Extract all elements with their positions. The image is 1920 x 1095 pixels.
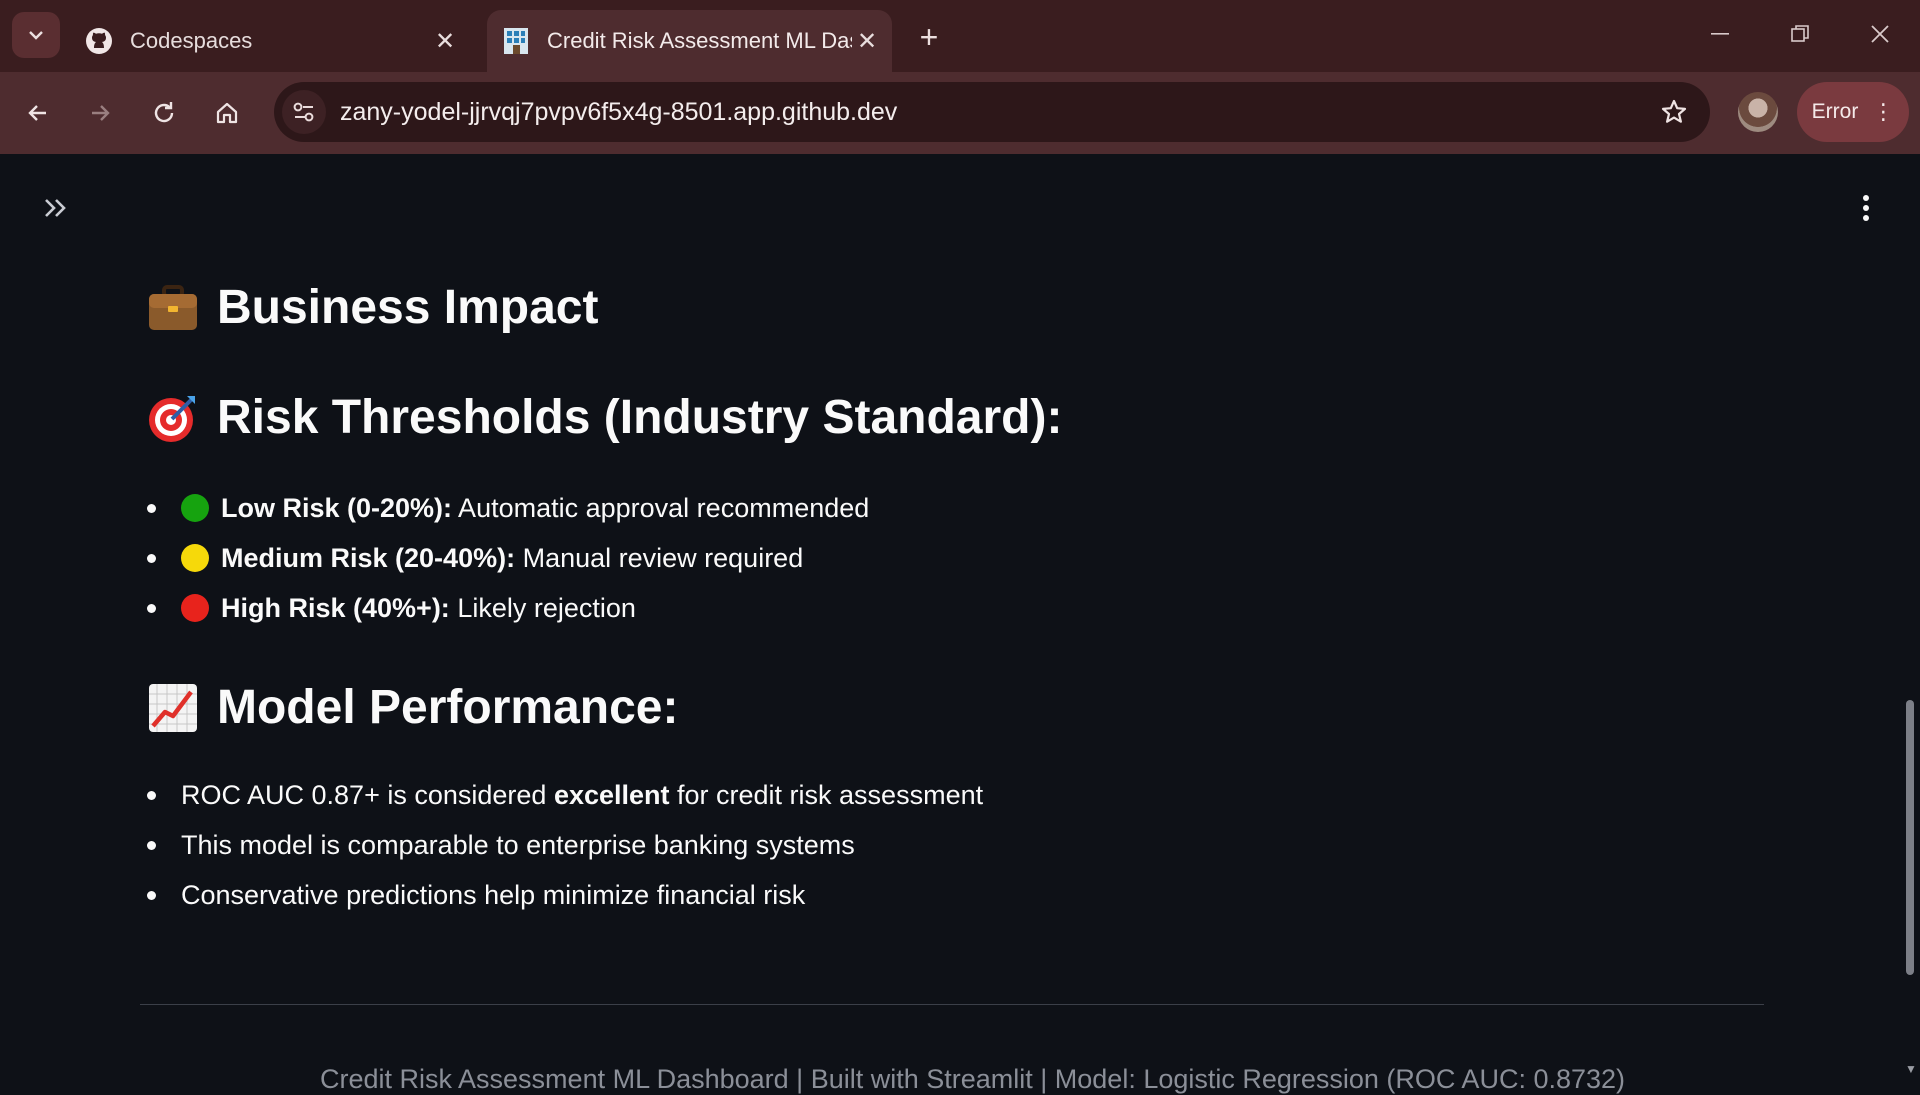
red-circle-icon: [181, 594, 209, 622]
chevron-down-icon: [29, 31, 43, 40]
chart-increasing-icon: [149, 683, 197, 732]
back-icon[interactable]: [16, 91, 60, 135]
reload-icon[interactable]: [142, 91, 186, 135]
page-scrollbar[interactable]: [1906, 700, 1914, 975]
tab-strip: Codespaces ✕ Credit Risk Assessment ML D…: [0, 0, 1920, 72]
bookmark-star-icon[interactable]: [1652, 90, 1696, 134]
browser-toolbar: zany-yodel-jjrvqj7pvpv6f5x4g-8501.app.gi…: [0, 72, 1920, 154]
tab-title: Codespaces: [130, 28, 253, 53]
risk-description: Automatic approval recommended: [452, 492, 870, 523]
risk-thresholds-heading: Risk Thresholds (Industry Standard):: [147, 390, 1062, 445]
forward-icon[interactable]: [78, 91, 122, 135]
github-icon: [84, 26, 114, 56]
restore-icon[interactable]: [1770, 14, 1830, 54]
window-close-icon[interactable]: [1850, 14, 1910, 54]
scroll-down-icon[interactable]: ▼: [1905, 1062, 1917, 1076]
item-text: This model is comparable to enterprise b…: [181, 829, 855, 860]
close-tab-icon[interactable]: ✕: [852, 26, 882, 56]
list-item: This model is comparable to enterprise b…: [147, 820, 983, 870]
list-item: ROC AUC 0.87+ is considered excellent fo…: [147, 770, 983, 820]
risk-threshold-list: Low Risk (0-20%): Automatic approval rec…: [147, 483, 869, 633]
list-item: Low Risk (0-20%): Automatic approval rec…: [147, 483, 869, 533]
expand-sidebar-icon[interactable]: [38, 190, 74, 226]
item-text: for credit risk assessment: [669, 779, 984, 810]
risk-label: Low Risk (0-20%):: [221, 492, 453, 523]
new-tab-button[interactable]: +: [910, 18, 948, 56]
target-icon: [149, 395, 195, 442]
risk-description: Manual review required: [515, 542, 804, 573]
list-item: High Risk (40%+): Likely rejection: [147, 583, 869, 633]
streamlit-chart-icon: [501, 26, 531, 56]
yellow-circle-icon: [181, 544, 209, 572]
site-settings-icon[interactable]: [282, 90, 326, 134]
main-menu-icon[interactable]: [1854, 190, 1878, 226]
tab-codespaces[interactable]: Codespaces ✕: [70, 10, 470, 72]
model-performance-heading: Model Performance:: [147, 680, 678, 735]
address-bar[interactable]: zany-yodel-jjrvqj7pvpv6f5x4g-8501.app.gi…: [274, 82, 1710, 142]
item-text: ROC AUC 0.87+ is considered: [181, 779, 554, 810]
close-tab-icon[interactable]: ✕: [430, 26, 460, 56]
model-performance-list: ROC AUC 0.87+ is considered excellent fo…: [147, 770, 983, 920]
list-item: Conservative predictions help minimize f…: [147, 870, 983, 920]
tab-title: Credit Risk Assessment ML Dashboard: [547, 28, 852, 53]
risk-description: Likely rejection: [449, 592, 636, 623]
tab-credit-risk[interactable]: Credit Risk Assessment ML Dashboard ✕: [487, 10, 892, 72]
green-circle-icon: [181, 494, 209, 522]
more-vertical-icon: ⋮: [1872, 99, 1895, 124]
heading-text: Risk Thresholds (Industry Standard):: [217, 391, 1063, 444]
error-menu-button[interactable]: Error ⋮: [1797, 82, 1909, 142]
url-text[interactable]: zany-yodel-jjrvqj7pvpv6f5x4g-8501.app.gi…: [340, 98, 1652, 127]
item-bold-text: excellent: [553, 779, 670, 810]
heading-text: Model Performance:: [217, 681, 679, 734]
risk-label: High Risk (40%+):: [221, 592, 450, 623]
error-label: Error: [1811, 100, 1859, 123]
business-impact-heading: Business Impact: [147, 280, 598, 335]
minimize-icon[interactable]: [1690, 14, 1750, 54]
home-icon[interactable]: [205, 91, 249, 135]
item-text: Conservative predictions help minimize f…: [181, 879, 806, 910]
tab-search-button[interactable]: [12, 12, 60, 58]
list-item: Medium Risk (20-40%): Manual review requ…: [147, 533, 869, 583]
heading-text: Business Impact: [217, 281, 599, 334]
risk-label: Medium Risk (20-40%):: [221, 542, 516, 573]
horizontal-divider: [140, 1004, 1764, 1005]
briefcase-icon: [149, 284, 197, 330]
profile-avatar[interactable]: [1738, 92, 1778, 132]
